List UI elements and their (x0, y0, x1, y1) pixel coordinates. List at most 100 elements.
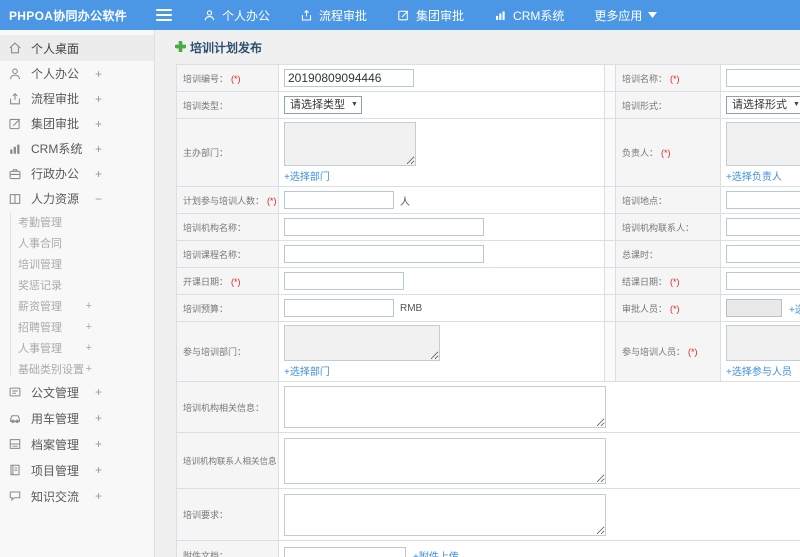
sidebar-subitem-reward-punishment[interactable]: 奖惩记录 (0, 274, 154, 295)
column-gap (604, 186, 616, 214)
label-approver: 审批人员： (*) (615, 294, 721, 322)
sidebar-item-personal-office[interactable]: 个人办公 + (0, 61, 154, 86)
select-value: 请选择类型 (290, 99, 345, 111)
sidebar-item-label: 项目管理 (31, 463, 80, 478)
label-join-dept: 参与培训部门： (176, 321, 279, 382)
main-content: 培训计划发布 培训编号：(*) 培训名称：(*) 培训类型： 请选择类型 ▼ 培… (156, 30, 800, 557)
sidebar-subitem-training-mgmt[interactable]: 培训管理 (0, 253, 154, 274)
select-participants-link[interactable]: +选择参与人员 (726, 363, 792, 378)
expand-plus-icon[interactable]: + (86, 321, 92, 333)
total-hours-input[interactable] (726, 245, 800, 263)
budget-input[interactable] (284, 299, 394, 317)
nav-workflow-approval[interactable]: 流程审批 (285, 0, 382, 30)
app-logo: PHPOA协同办公软件 (9, 8, 127, 23)
sidebar-subitem-hr-contract[interactable]: 人事合同 (0, 232, 154, 253)
select-dept-link[interactable]: +选择部门 (284, 363, 330, 378)
sidebar-item-admin-office[interactable]: 行政办公 + (0, 161, 154, 186)
attachment-input[interactable] (284, 546, 406, 557)
sidebar-item-group-approval[interactable]: 集团审批 + (0, 111, 154, 136)
expand-plus-icon[interactable]: + (95, 92, 102, 106)
nav-crm-system[interactable]: CRM系统 (479, 0, 579, 30)
expand-plus-icon[interactable]: + (95, 142, 102, 156)
document-icon (8, 385, 23, 400)
workflow-icon (8, 91, 23, 106)
hamburger-menu-icon[interactable] (156, 9, 172, 21)
location-input[interactable] (726, 191, 800, 209)
end-date-input[interactable] (726, 272, 800, 290)
compose-icon (397, 9, 410, 22)
nav-more-apps[interactable]: 更多应用 (579, 0, 672, 30)
training-type-select[interactable]: 请选择类型 ▼ (284, 96, 362, 114)
sidebar-item-project-mgmt[interactable]: 项目管理 + (0, 457, 154, 483)
sidebar-subitem-label: 基础类别设置 (18, 363, 84, 376)
expand-plus-icon[interactable]: + (95, 167, 102, 181)
column-gap (604, 321, 616, 382)
label-training-name: 培训名称： (*) (615, 64, 721, 92)
briefcase-icon (8, 166, 23, 181)
sidebar-subitem-label: 奖惩记录 (18, 279, 62, 292)
training-form-select[interactable]: 请选择形式 ▼ (726, 96, 800, 114)
required-marker: (*) (661, 148, 671, 158)
unit-suffix: 人 (400, 196, 410, 208)
sidebar-item-human-resources[interactable]: 人力资源 − (0, 186, 154, 211)
org-contact-info-textarea[interactable] (284, 437, 606, 484)
sidebar-item-document-mgmt[interactable]: 公文管理 + (0, 379, 154, 405)
select-approver-link[interactable]: +选择审批人员 (789, 305, 800, 316)
column-gap (604, 213, 616, 241)
org-contact-input[interactable] (726, 218, 800, 236)
select-leader-link[interactable]: +选择负责人 (726, 168, 782, 183)
host-dept-textarea[interactable] (284, 122, 416, 166)
label-training-no: 培训编号： (*) (176, 64, 279, 92)
expand-plus-icon[interactable]: + (86, 342, 92, 354)
training-no-input[interactable] (284, 69, 414, 87)
caret-down-icon (648, 12, 658, 18)
sidebar-subitem-attendance-mgmt[interactable]: 考勤管理 (0, 211, 154, 232)
sidebar-subitem-base-category-settings[interactable]: 基础类别设置 + (0, 358, 154, 379)
sidebar-item-label: 流程审批 (31, 92, 80, 106)
training-name-input[interactable] (726, 69, 800, 87)
expand-plus-icon[interactable]: + (95, 385, 102, 399)
join-people-textarea[interactable] (726, 325, 800, 361)
sidebar-item-label: 用车管理 (31, 411, 80, 426)
leader-textarea[interactable] (726, 122, 800, 166)
select-dept-link[interactable]: +选择部门 (284, 168, 330, 183)
sidebar-subitem-salary-mgmt[interactable]: 薪资管理 + (0, 295, 154, 316)
expand-plus-icon[interactable]: + (95, 489, 102, 503)
nav-label: 更多应用 (594, 8, 643, 23)
expand-plus-icon[interactable]: + (95, 67, 102, 81)
course-name-input[interactable] (284, 245, 484, 263)
sidebar-subitem-recruitment-mgmt[interactable]: 招聘管理 + (0, 316, 154, 337)
sidebar-subitem-personnel-mgmt[interactable]: 人事管理 + (0, 337, 154, 358)
label-org-contact: 培训机构联系人： (615, 213, 721, 241)
sidebar-item-label: 个人桌面 (31, 41, 80, 56)
label-join-people: 参与培训人员： (*) (615, 321, 721, 382)
training-req-textarea[interactable] (284, 493, 606, 536)
expand-plus-icon[interactable]: + (95, 117, 102, 131)
sidebar-item-vehicle-mgmt[interactable]: 用车管理 + (0, 405, 154, 431)
column-gap (604, 91, 616, 119)
org-info-textarea[interactable] (284, 386, 606, 428)
join-dept-textarea[interactable] (284, 325, 440, 361)
required-marker: (*) (670, 276, 680, 287)
expand-plus-icon[interactable]: + (95, 437, 102, 451)
org-name-input[interactable] (284, 218, 484, 236)
sidebar-item-personal-desktop[interactable]: 个人桌面 (0, 35, 154, 61)
collapse-minus-icon[interactable]: − (95, 192, 102, 206)
sidebar-item-knowledge-exchange[interactable]: 知识交流 + (0, 483, 154, 509)
plan-count-input[interactable] (284, 191, 394, 209)
expand-plus-icon[interactable]: + (95, 411, 102, 425)
start-date-input[interactable] (284, 272, 404, 290)
expand-plus-icon[interactable]: + (86, 300, 92, 312)
sidebar-item-crm-system[interactable]: CRM系统 + (0, 136, 154, 161)
nav-personal-office[interactable]: 个人办公 (188, 0, 285, 30)
sidebar-item-workflow-approval[interactable]: 流程审批 + (0, 86, 154, 111)
expand-plus-icon[interactable]: + (95, 463, 102, 477)
attachment-upload-link[interactable]: +附件上传 (413, 552, 459, 557)
archive-icon (8, 437, 23, 452)
training-plan-form: 培训编号：(*) 培训名称：(*) 培训类型： 请选择类型 ▼ 培训形式： 请选… (176, 64, 800, 557)
sidebar-item-label: CRM系统 (31, 142, 83, 156)
expand-plus-icon[interactable]: + (86, 363, 92, 375)
approver-input[interactable] (726, 299, 782, 317)
sidebar-item-archive-mgmt[interactable]: 档案管理 + (0, 431, 154, 457)
nav-group-approval[interactable]: 集团审批 (382, 0, 479, 30)
